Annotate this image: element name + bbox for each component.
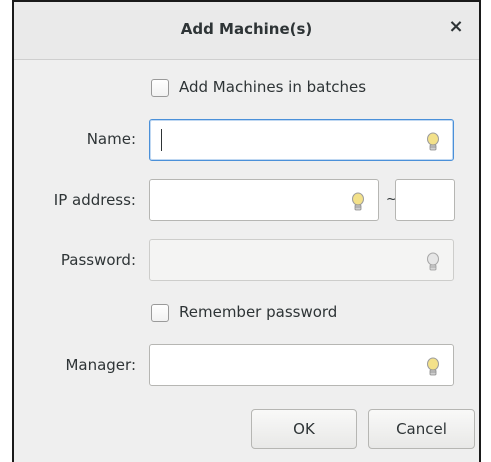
cancel-button[interactable]: Cancel [368,409,475,449]
ip-address-input[interactable] [149,179,379,221]
password-input[interactable] [149,239,454,281]
remember-password-label[interactable]: Remember password [179,303,337,321]
ip-address-label: IP address: [53,191,136,209]
lightbulb-icon[interactable] [425,132,441,152]
ip-range-end-input[interactable] [395,179,455,221]
dialog-title: Add Machine(s) [180,20,313,38]
close-icon[interactable]: × [447,18,465,36]
add-machines-dialog: Add Machine(s) × Add Machines in batches… [12,0,481,462]
dialog-titlebar: Add Machine(s) × [14,2,479,60]
manager-label: Manager: [65,356,136,374]
text-cursor [161,129,162,151]
batch-checkbox[interactable] [151,79,169,97]
ok-button[interactable]: OK [251,409,357,449]
password-label: Password: [60,251,136,269]
name-label: Name: [86,130,136,148]
batch-checkbox-label[interactable]: Add Machines in batches [179,78,366,96]
manager-input[interactable] [149,344,454,386]
lightbulb-icon [427,252,439,271]
lightbulb-icon[interactable] [350,192,366,212]
lightbulb-icon[interactable] [425,357,441,377]
remember-password-checkbox[interactable] [151,304,169,322]
name-input[interactable] [149,119,454,161]
